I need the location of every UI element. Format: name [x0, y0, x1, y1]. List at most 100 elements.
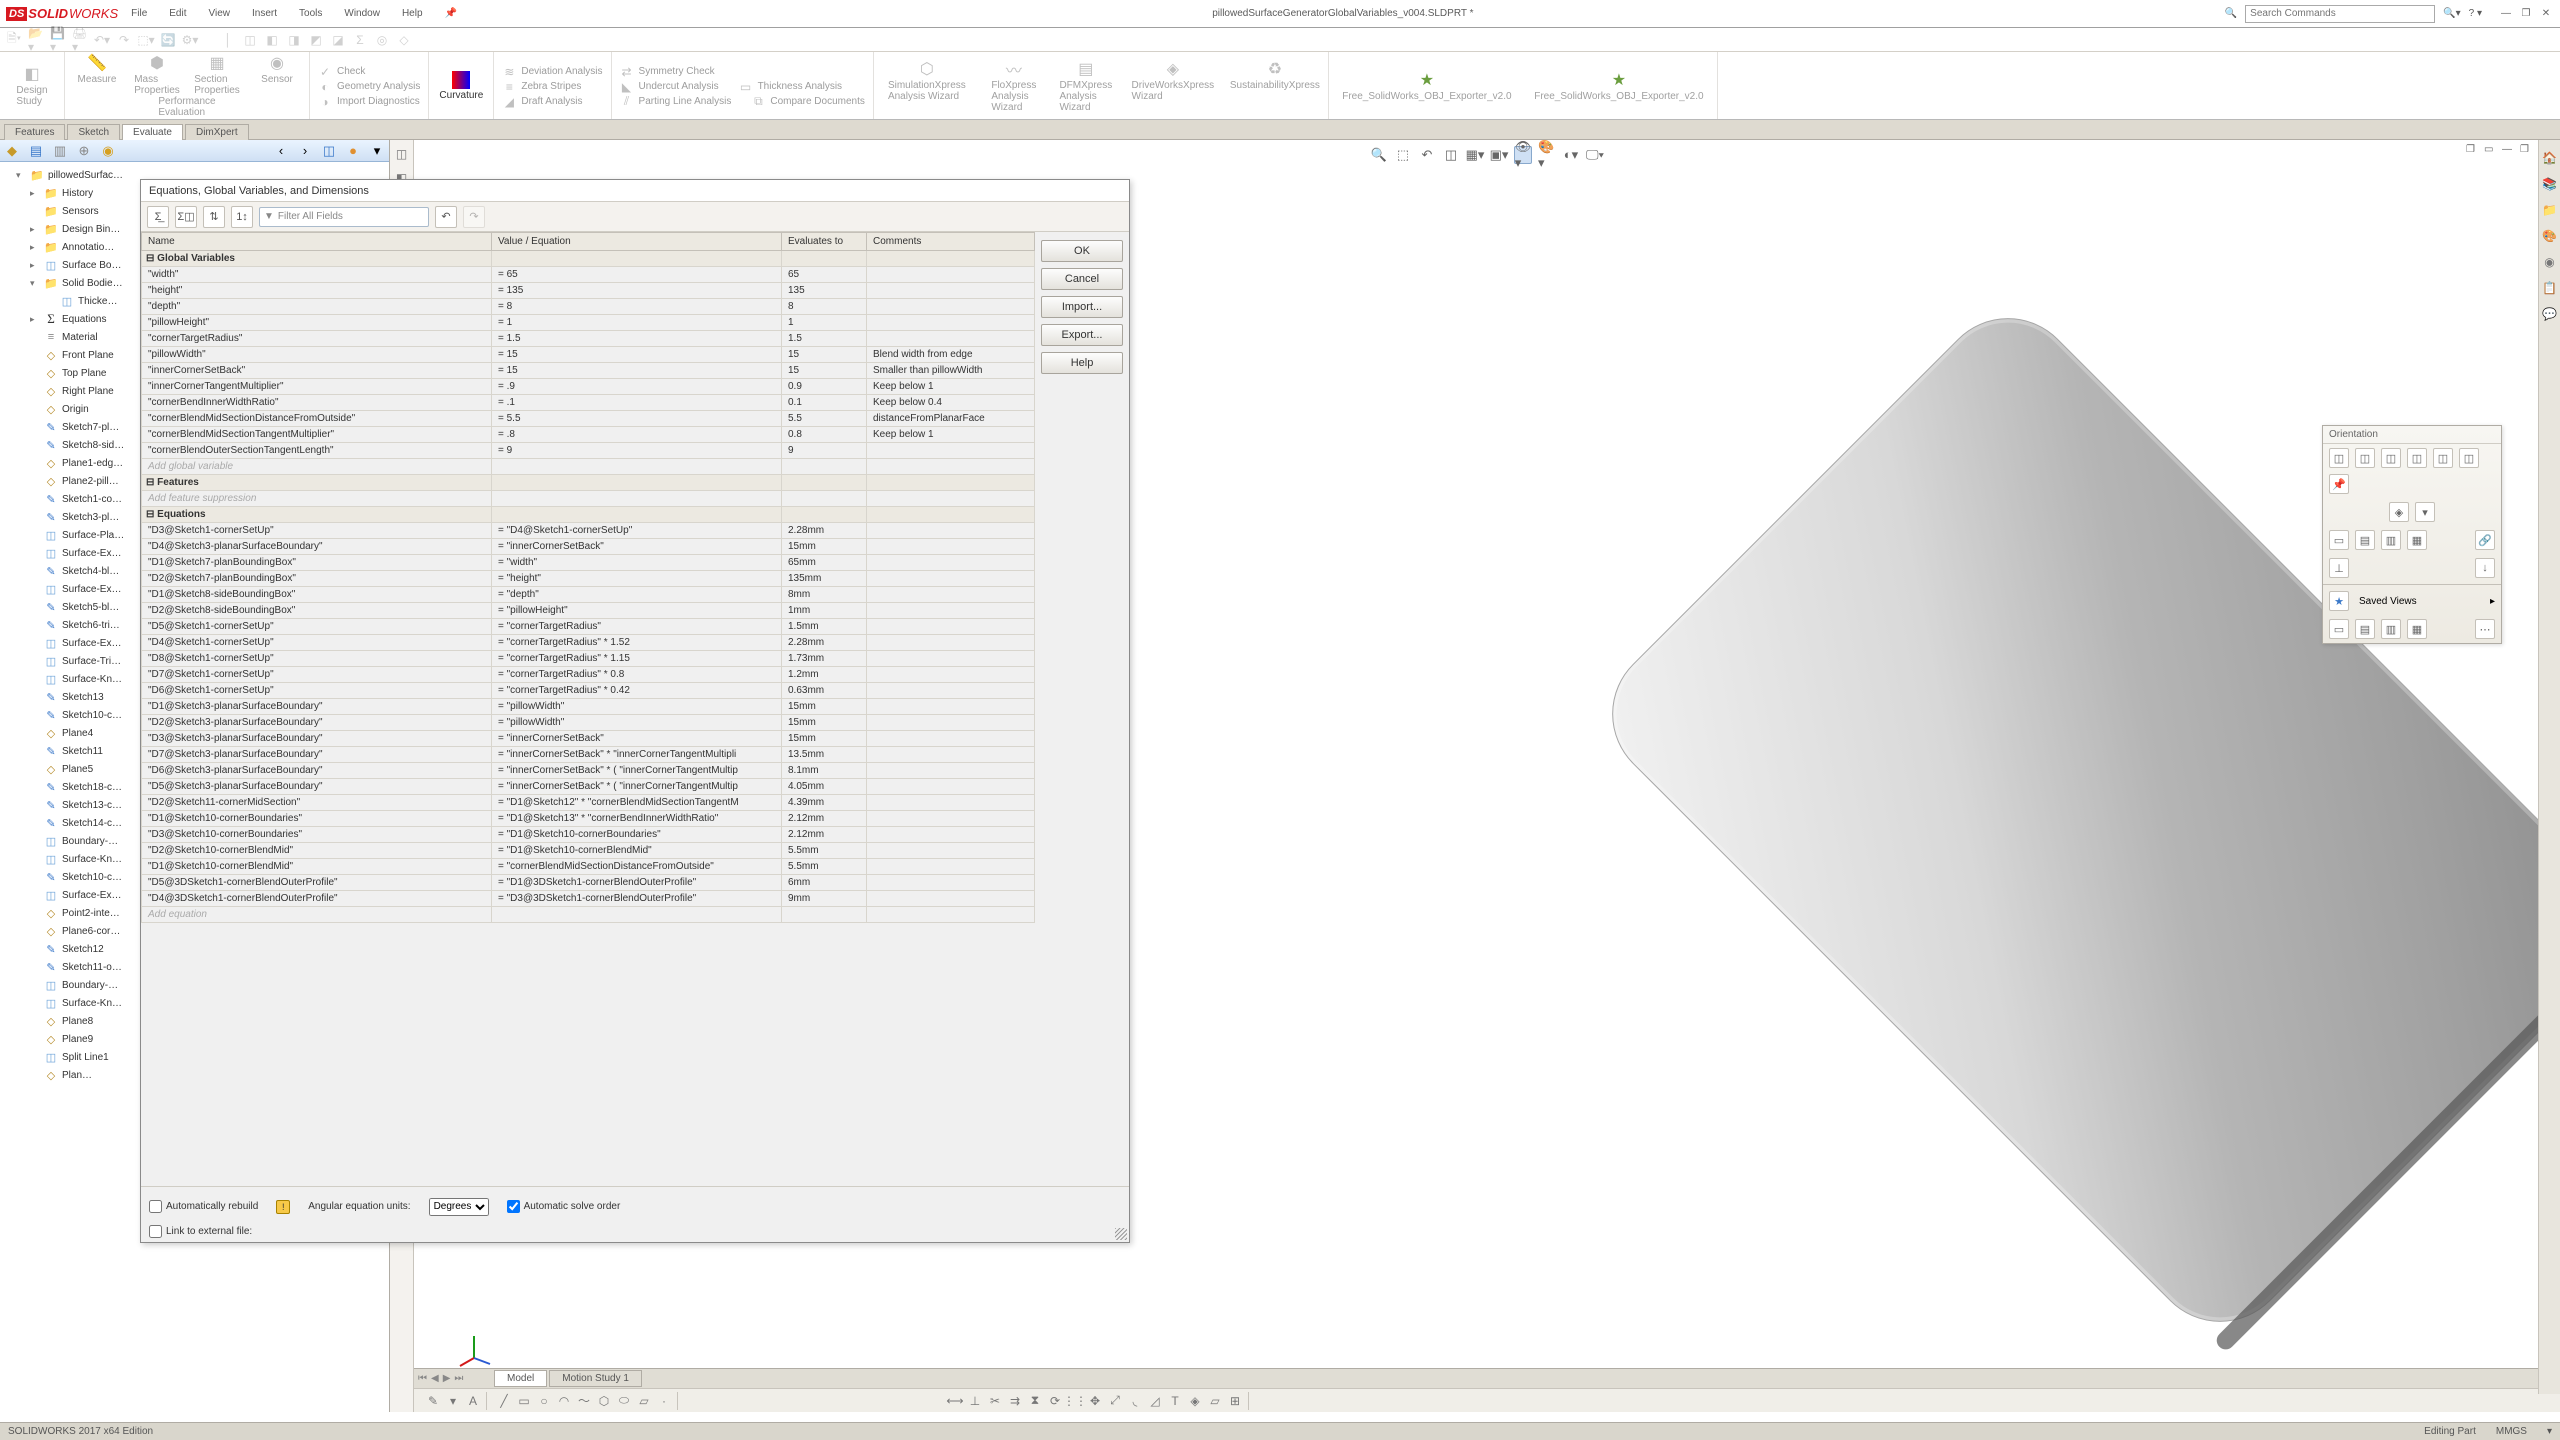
pin-icon[interactable]: 📌 [441, 6, 461, 21]
trim-icon[interactable]: ✂ [986, 1392, 1004, 1410]
saved-views-icon[interactable]: ★ [2329, 591, 2349, 611]
tb-ico[interactable]: Σ [352, 32, 368, 48]
orient-4-icon[interactable]: ▦ [2407, 530, 2427, 550]
vtb-icon[interactable]: ◫ [394, 146, 410, 162]
rect-icon[interactable]: ▭ [515, 1392, 533, 1410]
vp-3-icon[interactable]: ▥ [2381, 619, 2401, 639]
plane-icon[interactable]: ▱ [1206, 1392, 1224, 1410]
ok-button[interactable]: OK [1041, 240, 1123, 262]
menu-window[interactable]: Window [340, 6, 384, 21]
tb-ico[interactable]: ◎ [374, 32, 390, 48]
prev-view-icon[interactable]: ↶ [1418, 146, 1436, 164]
fm-dim-icon[interactable]: ⊕ [76, 143, 92, 159]
thickness-icon[interactable]: ▭ [739, 80, 753, 94]
tab-next-icon[interactable]: ▶ [443, 1373, 451, 1384]
view-palette-icon[interactable]: 🎨 [2542, 228, 2558, 244]
col-name[interactable]: Name [142, 233, 492, 251]
dropdown-icon[interactable]: ▾ [444, 1392, 462, 1410]
eq-expand-icon[interactable]: ↷ [463, 206, 485, 228]
orient-front-icon[interactable]: ◫ [2329, 448, 2349, 468]
apply-scene-icon[interactable]: ◐▾ [1562, 146, 1580, 164]
select-icon[interactable]: ⬚▾ [138, 32, 154, 48]
menu-help[interactable]: Help [398, 6, 427, 21]
vp-1-icon[interactable]: ▭ [2329, 619, 2349, 639]
design-lib-icon[interactable]: 📚 [2542, 176, 2558, 192]
orient-bottom-icon[interactable]: ◫ [2459, 448, 2479, 468]
fm-config-icon[interactable]: ▥ [52, 143, 68, 159]
snap-icon[interactable]: ⊞ [1226, 1392, 1244, 1410]
check-icon[interactable]: ✓ [318, 65, 332, 79]
equations-dialog[interactable]: Equations, Global Variables, and Dimensi… [140, 179, 1130, 1243]
section-view-icon[interactable]: ◫ [1442, 146, 1460, 164]
circle-icon[interactable]: ○ [535, 1392, 553, 1410]
poly-icon[interactable]: ⬡ [595, 1392, 613, 1410]
vp-4-icon[interactable]: ▦ [2407, 619, 2427, 639]
resources-icon[interactable]: 🏠 [2542, 150, 2558, 166]
fm-back-icon[interactable]: ‹ [273, 143, 289, 159]
filter-field[interactable]: ▼Filter All Fields [259, 207, 429, 227]
tb-ico[interactable]: ◩ [308, 32, 324, 48]
rebuild-icon[interactable]: 🔄 [160, 32, 176, 48]
minimize-icon[interactable]: — [2498, 8, 2514, 19]
draft-analysis-icon[interactable]: ◢ [502, 95, 516, 109]
search-dropdown-icon[interactable]: 🔍▾ [2443, 8, 2460, 19]
orient-top-icon[interactable]: ◫ [2433, 448, 2453, 468]
orientation-triad[interactable] [454, 1328, 494, 1368]
cancel-button[interactable]: Cancel [1041, 268, 1123, 290]
help-icon[interactable]: ? ▾ [2469, 8, 2482, 19]
status-units[interactable]: MMGS [2496, 1426, 2527, 1437]
edit-appearance-icon[interactable]: 🎨▾ [1538, 146, 1556, 164]
parting-line-icon[interactable]: ⫽ [620, 95, 634, 109]
saved-views-arrow-icon[interactable]: ▸ [2490, 596, 2495, 607]
link-external-check[interactable]: Link to external file: [149, 1225, 252, 1238]
menu-insert[interactable]: Insert [248, 6, 281, 21]
driveworks-icon[interactable]: ◈ [1163, 59, 1183, 79]
eq-view-dim-icon[interactable]: Σ◫ [175, 206, 197, 228]
zoom-fit-icon[interactable]: 🔍 [1370, 146, 1388, 164]
import-diagnostics-icon[interactable]: ◑ [318, 95, 332, 109]
convert-icon[interactable]: ⟳ [1046, 1392, 1064, 1410]
dfmxpress-icon[interactable]: ▤ [1076, 59, 1096, 79]
pattern-icon[interactable]: ⋮⋮ [1066, 1392, 1084, 1410]
orient-2h-icon[interactable]: ▤ [2355, 530, 2375, 550]
save-icon[interactable]: 💾▾ [50, 32, 66, 48]
deviation-analysis-icon[interactable]: ≋ [502, 65, 516, 79]
new-icon[interactable]: 🗎▾ [6, 32, 22, 48]
orient-update-icon[interactable]: ↓ [2475, 558, 2495, 578]
tab-model[interactable]: Model [494, 1370, 547, 1387]
forum-icon[interactable]: 💬 [2542, 306, 2558, 322]
close-icon[interactable]: ✕ [2538, 8, 2554, 19]
display-style-icon[interactable]: ▣▾ [1490, 146, 1508, 164]
orient-back-icon[interactable]: ◫ [2355, 448, 2375, 468]
menu-file[interactable]: File [127, 6, 151, 21]
orient-normal-icon[interactable]: ⊥ [2329, 558, 2349, 578]
fm-dropdown-icon[interactable]: ▾ [369, 143, 385, 159]
vp-max-icon[interactable]: ❐ [2520, 144, 2534, 155]
vp-min-icon[interactable]: — [2502, 144, 2516, 155]
file-explorer-icon[interactable]: 📁 [2542, 202, 2558, 218]
status-custom-icon[interactable]: ▾ [2547, 1426, 2552, 1437]
sketch-tool-icon[interactable]: ✎ [424, 1392, 442, 1410]
floxpress-icon[interactable]: 〰 [1004, 59, 1024, 79]
ellipse-icon[interactable]: ⬭ [615, 1392, 633, 1410]
auto-rebuild-check[interactable]: Automatically rebuild [149, 1200, 258, 1213]
vp-2-icon[interactable]: ▤ [2355, 619, 2375, 639]
sustainability-icon[interactable]: ♻ [1265, 59, 1285, 79]
tab-features[interactable]: Features [4, 124, 65, 140]
hide-show-icon[interactable]: 👁▾ [1514, 146, 1532, 164]
restore-icon[interactable]: ❐ [2518, 8, 2534, 19]
zebra-stripes-icon[interactable]: ≡ [502, 80, 516, 94]
equations-grid[interactable]: Name Value / Equation Evaluates to Comme… [141, 232, 1035, 1186]
dim-icon[interactable]: ⟷ [946, 1392, 964, 1410]
tab-motion-study[interactable]: Motion Study 1 [549, 1370, 642, 1387]
tb-ico[interactable]: ◪ [330, 32, 346, 48]
fillet-icon[interactable]: ◟ [1126, 1392, 1144, 1410]
text-tool-icon[interactable]: A [464, 1392, 482, 1410]
fm-tree-icon[interactable]: ◆ [4, 143, 20, 159]
eq-view-sigma-icon[interactable]: Σ̲ [147, 206, 169, 228]
chamfer-icon[interactable]: ◿ [1146, 1392, 1164, 1410]
tb-ico[interactable]: ◫ [242, 32, 258, 48]
view-orient-icon[interactable]: ▦▾ [1466, 146, 1484, 164]
menu-view[interactable]: View [205, 6, 235, 21]
help-button[interactable]: Help [1041, 352, 1123, 374]
